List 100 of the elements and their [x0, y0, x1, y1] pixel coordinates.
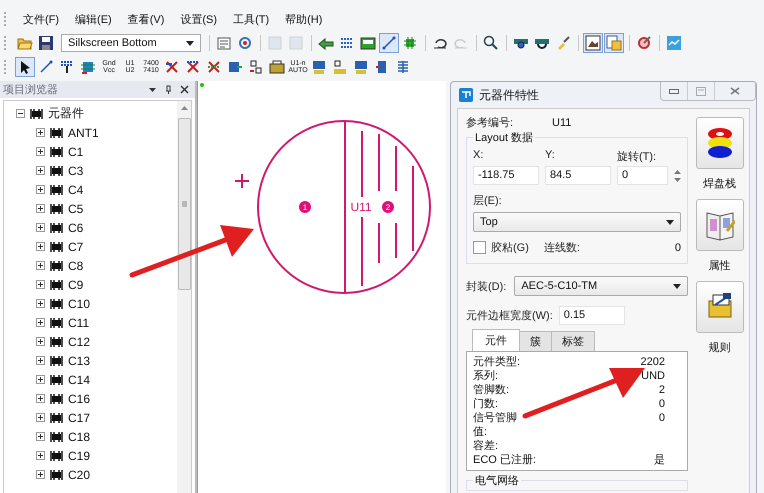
layer-dropdown[interactable]: Silkscreen Bottom: [61, 34, 201, 52]
side-button[interactable]: [696, 199, 744, 251]
expand-icon[interactable]: [36, 337, 45, 346]
component-icon: [49, 202, 64, 216]
maximize-icon: [696, 86, 706, 96]
menu-item[interactable]: 文件(F): [15, 12, 68, 26]
tree-item[interactable]: C10: [68, 296, 90, 310]
tree-item[interactable]: C14: [68, 372, 90, 386]
tree-item[interactable]: C8: [68, 258, 84, 272]
tab[interactable]: 元件: [472, 329, 520, 351]
expand-icon[interactable]: [36, 318, 45, 327]
tree-item[interactable]: C6: [68, 220, 84, 234]
pad-number: 2: [386, 203, 390, 212]
side-button[interactable]: [696, 117, 744, 169]
line-button[interactable]: [379, 33, 399, 53]
list-icon: [395, 59, 411, 75]
expand-icon[interactable]: [36, 280, 45, 289]
tree-item[interactable]: C4: [68, 182, 84, 196]
collapse-icon[interactable]: [16, 109, 25, 118]
tree-item[interactable]: C11: [68, 316, 90, 330]
field-label: 层(E):: [473, 194, 503, 208]
side-button[interactable]: [696, 281, 744, 333]
layer-dropdown[interactable]: Top: [473, 212, 681, 232]
tree-item[interactable]: C5: [68, 202, 84, 216]
info-label: 信号管脚: [473, 411, 517, 425]
expand-icon[interactable]: [36, 451, 45, 460]
checkbox[interactable]: [473, 241, 486, 254]
tab[interactable]: 簇: [519, 331, 552, 351]
connections-value: 0: [674, 242, 681, 254]
expand-icon[interactable]: [36, 128, 45, 137]
spin-arrows-icon[interactable]: [674, 168, 681, 182]
component-icon: [49, 258, 64, 272]
window-button[interactable]: [604, 33, 624, 53]
expand-icon[interactable]: [36, 470, 45, 479]
package-dropdown[interactable]: AEC-5-C10-TM: [514, 276, 688, 296]
expand-icon[interactable]: [36, 394, 45, 403]
tree-item[interactable]: C20: [68, 468, 90, 482]
x-field[interactable]: -118.75: [473, 166, 539, 185]
info-value: 是: [654, 453, 665, 467]
tree-item[interactable]: C3: [68, 164, 84, 178]
y-field[interactable]: 84.5: [545, 166, 611, 185]
expand-icon[interactable]: [36, 432, 45, 441]
chart-button[interactable]: [664, 33, 684, 53]
tree-item[interactable]: C16: [68, 392, 90, 406]
info-value: 0: [658, 397, 665, 411]
expand-icon[interactable]: [36, 413, 45, 422]
menu-item[interactable]: 帮助(H): [277, 12, 330, 26]
close-icon[interactable]: [180, 85, 189, 94]
menu-item[interactable]: 工具(T): [225, 12, 278, 26]
pointer-button[interactable]: [15, 57, 35, 77]
save-button[interactable]: [36, 33, 56, 53]
tree-item[interactable]: C17: [68, 410, 90, 424]
pin-icon[interactable]: [164, 85, 173, 94]
component-icon: [49, 430, 64, 444]
pad[interactable]: [382, 201, 394, 213]
menu-item[interactable]: 查看(V): [120, 12, 172, 26]
line-icon: [38, 59, 54, 75]
tree-item[interactable]: C13: [68, 354, 90, 368]
component-icon: [49, 144, 64, 158]
tree-item[interactable]: C1: [68, 144, 84, 158]
tree-item[interactable]: C18: [68, 430, 90, 444]
component-icon: [49, 182, 64, 196]
chip-icon: [402, 35, 418, 51]
expand-icon[interactable]: [36, 166, 45, 175]
pad[interactable]: [299, 201, 311, 213]
tree-item[interactable]: ANT1: [68, 126, 99, 140]
expand-icon[interactable]: [36, 223, 45, 232]
dropdown-caret-icon[interactable]: [148, 85, 157, 94]
info-value: UND: [641, 369, 665, 383]
expand-icon[interactable]: [36, 242, 45, 251]
checkbox-label: 胶粘(G): [491, 240, 529, 255]
info-label: ECO 已注册:: [473, 453, 536, 467]
menu-item[interactable]: 编辑(E): [67, 12, 120, 26]
expand-icon[interactable]: [36, 204, 45, 213]
module-icon: [353, 59, 369, 75]
tree-item[interactable]: 元器件: [48, 105, 84, 122]
tab[interactable]: 标签: [551, 331, 595, 351]
tree-item[interactable]: C7: [68, 240, 84, 254]
menu-item[interactable]: 设置(S): [172, 12, 226, 26]
tree-item[interactable]: C19: [68, 448, 90, 462]
expand-icon[interactable]: [36, 261, 45, 270]
outline-width-field[interactable]: 0.15: [558, 306, 625, 325]
component-icon: [49, 334, 64, 348]
swap-icon: [332, 59, 348, 75]
expand-icon[interactable]: [36, 185, 45, 194]
component-outline[interactable]: [257, 120, 431, 294]
design-canvas[interactable]: 1 U11 2: [197, 81, 446, 493]
expand-icon[interactable]: [36, 356, 45, 365]
scrollbar[interactable]: [177, 101, 191, 493]
expand-icon[interactable]: [36, 147, 45, 156]
tree-item[interactable]: C9: [68, 278, 84, 292]
expand-icon[interactable]: [36, 375, 45, 384]
expand-icon[interactable]: [36, 299, 45, 308]
picture-button[interactable]: [583, 33, 603, 53]
tree-item[interactable]: C12: [68, 334, 90, 348]
scroll-up-icon[interactable]: [180, 106, 188, 110]
scrollbar-thumb[interactable]: [178, 118, 190, 290]
rotation-field[interactable]: 0: [617, 166, 668, 185]
info-value: 0: [658, 411, 665, 425]
toolbar-grip: [4, 60, 9, 74]
